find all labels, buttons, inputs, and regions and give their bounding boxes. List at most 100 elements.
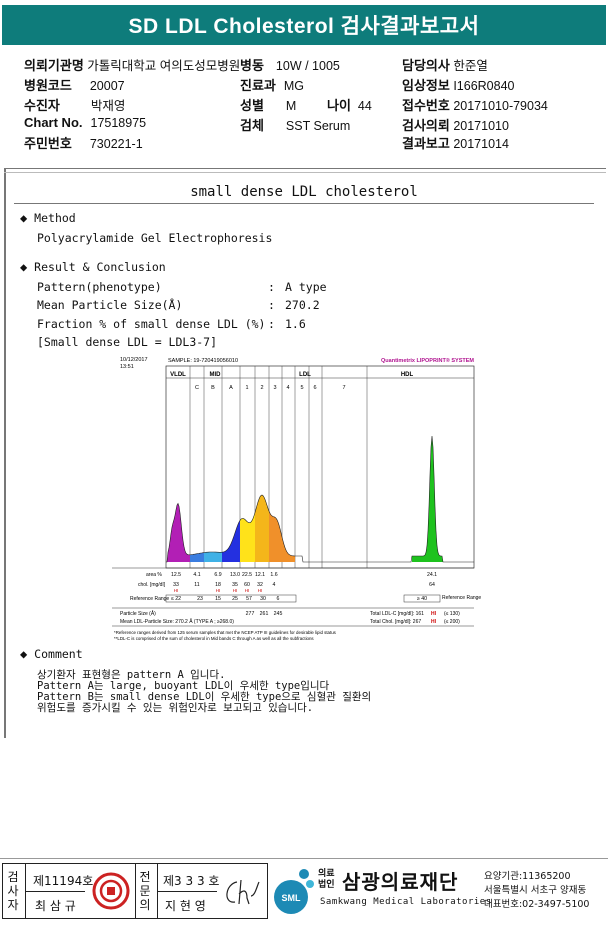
- band-label: B: [211, 385, 215, 391]
- field-value: 가톨릭대학교 여의도성모병원: [87, 59, 241, 73]
- band-label: A: [229, 385, 233, 391]
- particle-value: 245: [274, 611, 283, 617]
- chol-flag: HI: [258, 588, 263, 593]
- field-label: 검체: [240, 118, 264, 133]
- field-value: 한준열: [453, 59, 488, 73]
- field-label: 병동: [240, 58, 264, 73]
- curve-segment: [204, 552, 222, 562]
- lipoprint-chart: 10/12/2017 13:51 SAMPLE: 19-720419056010…: [112, 357, 481, 641]
- band-label: C: [195, 385, 199, 391]
- field-value: I166R0840: [453, 79, 515, 93]
- header-row: 접수번호 20171010-79034: [402, 95, 548, 114]
- curve-segment: [240, 512, 255, 562]
- chol-flag: HI: [174, 588, 179, 593]
- result-value: A type: [285, 280, 327, 294]
- header-row: 검체 SST Serum: [240, 115, 350, 134]
- header-row: 임상정보 I166R0840: [402, 75, 515, 94]
- ref-value: ≤ 22: [171, 596, 181, 602]
- field-value: SST Serum: [285, 119, 351, 133]
- chart-sample: SAMPLE: 19-720419056010: [168, 358, 238, 364]
- header-row: 나이 44: [327, 95, 372, 114]
- comment-heading: ◆ Comment: [20, 647, 83, 661]
- area-value: 12.5: [171, 572, 181, 578]
- chol-flag: HI: [245, 588, 250, 593]
- particle-value: 277: [246, 611, 255, 617]
- header-row: 검사의뢰 20171010: [402, 115, 509, 134]
- particle-value: 261: [260, 611, 269, 617]
- band-label: 2: [260, 385, 263, 391]
- ref-value: 15: [215, 596, 221, 602]
- result-label: Pattern(phenotype): [37, 280, 162, 294]
- field-label: 검사의뢰: [402, 118, 450, 133]
- field-value: M: [285, 99, 297, 113]
- field-label: 수진자: [24, 98, 60, 113]
- field-value: 10W / 1005: [275, 59, 340, 73]
- diamond-bullet-icon: ◆: [20, 211, 28, 225]
- field-label: Chart No.: [24, 115, 83, 130]
- org-name-en: Samkwang Medical Laboratories: [320, 897, 492, 907]
- field-value: 20171014: [453, 137, 509, 151]
- result-label: Mean Particle Size(Å): [37, 298, 183, 312]
- section-underline: [14, 203, 594, 204]
- examiner-name: 최 삼 규: [35, 899, 76, 913]
- header-row: 병원코드 20007: [24, 75, 125, 94]
- footnote-2: **LDL-C is comprised of the sum of chole…: [114, 636, 314, 641]
- frame-line: [4, 172, 606, 173]
- band-label: 7: [342, 385, 345, 391]
- curve-segment: [412, 436, 452, 562]
- area-value: 13.0: [230, 572, 240, 578]
- result-label: Fraction % of small dense LDL (%): [37, 317, 266, 331]
- field-value: 17518975: [90, 116, 147, 130]
- region-label-mid: MID: [210, 372, 222, 378]
- field-label: 의뢰기관명: [24, 58, 84, 73]
- result-sep: :: [268, 298, 275, 312]
- header-row: 의뢰기관명 가톨릭대학교 여의도성모병원: [24, 55, 240, 74]
- result-value: 270.2: [285, 298, 320, 312]
- curve-segment: [190, 552, 204, 562]
- row-label-ref: Reference Range: [130, 596, 169, 602]
- field-value: 730221-1: [89, 137, 143, 151]
- specialist-vertical-label: 전문의: [139, 870, 151, 912]
- result-value: 1.6: [285, 317, 306, 331]
- header-row: 성별 M: [240, 95, 296, 114]
- institution-code: 요양기관:11365200: [484, 871, 571, 882]
- row-label-chol: chol. [mg/dl]: [138, 582, 166, 588]
- sd-formula: [Small dense LDL = LDL3-7]: [37, 335, 218, 349]
- org-address: 서울특별시 서초구 양재동: [484, 885, 587, 896]
- field-value: 20171010: [453, 119, 509, 133]
- field-label: 병원코드: [24, 78, 72, 93]
- field-value: 20171010-79034: [453, 99, 548, 113]
- field-label: 주민번호: [24, 136, 72, 151]
- field-label: 성별: [240, 98, 264, 113]
- field-value: 44: [357, 99, 372, 113]
- header-row: 병동 10W / 1005: [240, 55, 340, 74]
- chol-value: 11: [194, 582, 199, 588]
- specialist-name: 지 현 영: [165, 899, 206, 913]
- band-label: 4: [286, 385, 289, 391]
- field-label: 담당의사: [402, 58, 450, 73]
- diamond-bullet-icon: ◆: [20, 647, 28, 661]
- chart-time: 13:51: [120, 364, 134, 370]
- total-chol-flag: HI: [431, 619, 437, 625]
- field-label: 진료과: [240, 78, 276, 93]
- left-frame-line: [4, 168, 6, 738]
- logo-mark: SML: [282, 893, 302, 903]
- signature-icon: [226, 879, 260, 905]
- area-value: 12.1: [255, 572, 265, 578]
- header-row: 결과보고 20171014: [402, 133, 509, 152]
- field-value: MG: [283, 79, 305, 93]
- field-label: 나이: [327, 98, 351, 113]
- row-label-ref-right: Reference Range: [442, 595, 481, 601]
- band-label: 5: [300, 385, 303, 391]
- frame-line: [4, 168, 606, 169]
- chol-flag: HI: [216, 588, 221, 593]
- report-title: SD LDL Cholesterol 검사결과보고서: [2, 5, 606, 45]
- header-row: 수진자 박재영: [24, 95, 125, 114]
- sml-logo-icon: SML: [274, 869, 314, 914]
- chart-date: 10/12/2017: [120, 357, 148, 363]
- total-ldl-ref: (≤ 130): [444, 611, 460, 617]
- diamond-bullet-icon: ◆: [20, 260, 28, 274]
- header-row: 진료과 MG: [240, 75, 304, 94]
- area-value: 22.5: [242, 572, 252, 578]
- hdl-ref-value: ≥ 40: [417, 596, 427, 602]
